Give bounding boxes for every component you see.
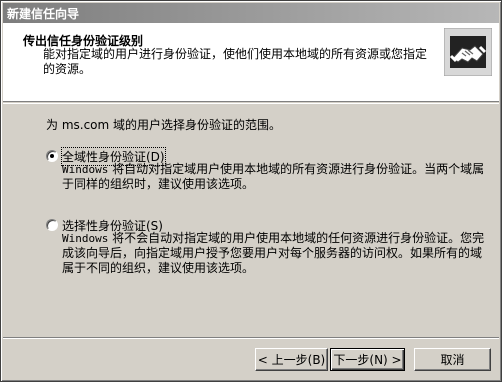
window-title: 新建信任向导 xyxy=(7,6,80,21)
wizard-header: 传出信任身份验证级别 能对指定域的用户进行身份验证，使他们使用本地域的所有资源或… xyxy=(3,23,499,102)
cancel-button[interactable]: 取消 xyxy=(414,348,491,371)
option-selective[interactable]: 选择性身份验证(S) Windows 将不会自动对指定域的用户使用本地域的任何资… xyxy=(46,217,496,277)
radio-domain-wide[interactable] xyxy=(46,150,58,162)
option-domain-wide[interactable]: 全域性身份验证(D) Windows 将自动对指定域用户使用本地域的所有资源进行… xyxy=(46,147,496,191)
handshake-icon xyxy=(443,27,493,77)
radio-selective[interactable] xyxy=(46,219,58,231)
wizard-window: 新建信任向导 传出信任身份验证级别 能对指定域的用户进行身份验证，使他们使用本地… xyxy=(0,0,502,382)
page-description: 能对指定域的用户进行身份验证，使他们使用本地域的所有资源或您指定的资源。 xyxy=(43,47,428,76)
instruction-text: 为 ms.com 域的用户选择身份验证的范围。 xyxy=(46,118,282,132)
back-button[interactable]: < 上一步(B) xyxy=(255,348,328,371)
next-button[interactable]: 下一步(N) > xyxy=(330,348,405,371)
footer-divider-highlight xyxy=(3,338,499,339)
option-selective-description: Windows 将不会自动对指定域的用户使用本地域的任何资源进行身份验证。您完成… xyxy=(62,231,485,275)
header-divider xyxy=(3,103,499,104)
radio-selected-dot xyxy=(50,154,54,158)
title-bar[interactable]: 新建信任向导 xyxy=(3,3,499,23)
option-domain-wide-description: Windows 将自动对指定域用户使用本地域的所有资源进行身份验证。当两个域属于… xyxy=(62,162,485,191)
